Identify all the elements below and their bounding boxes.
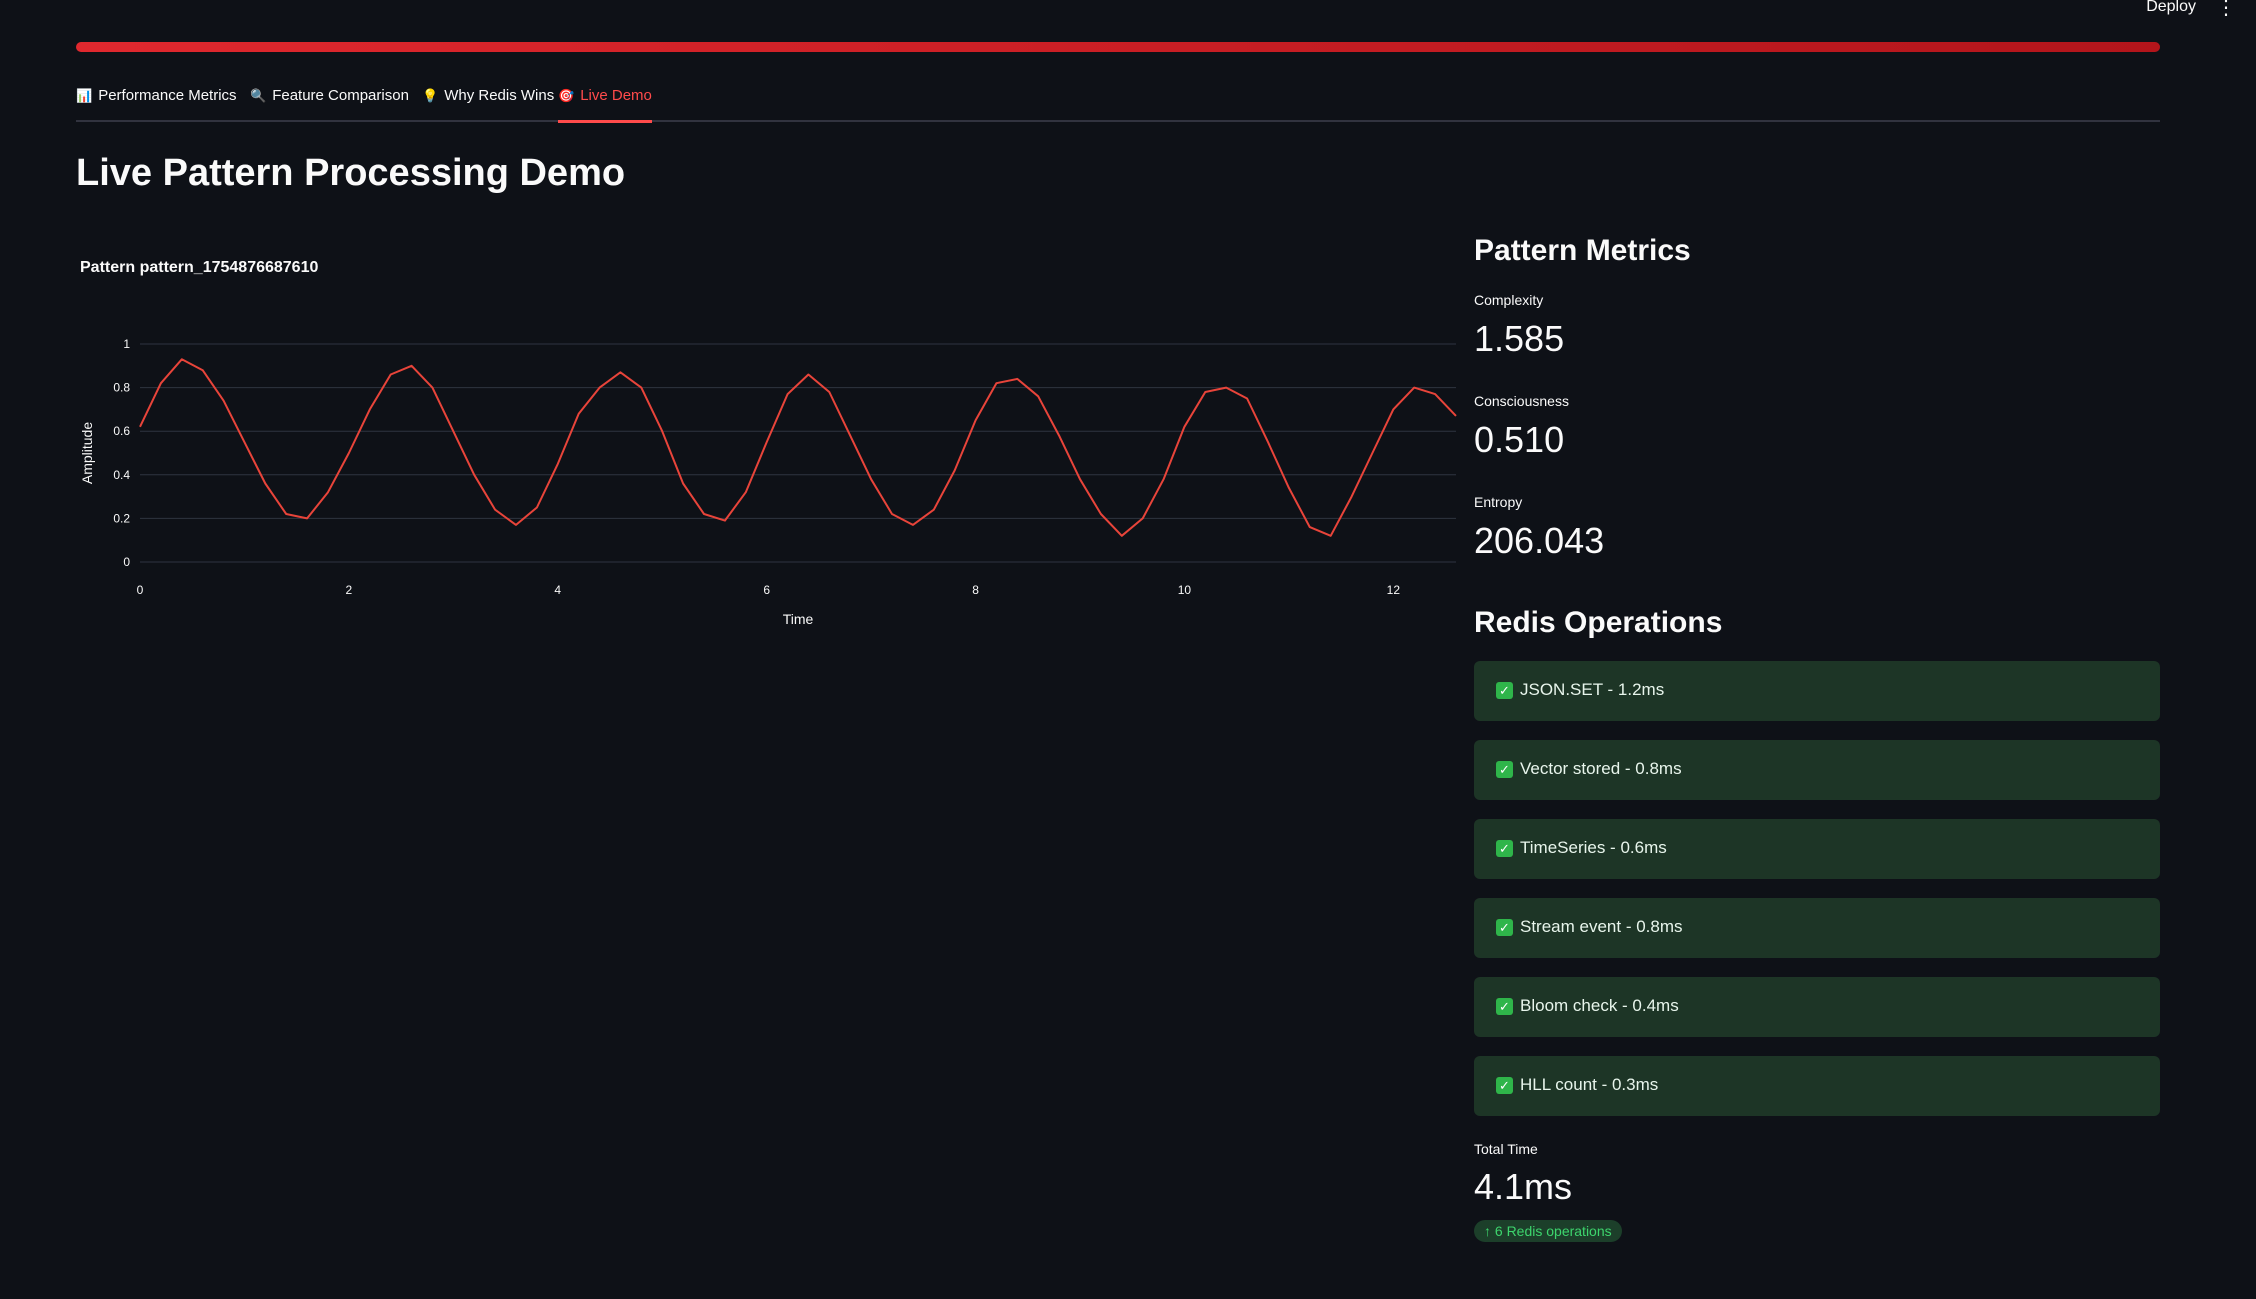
checkmark-icon: ✓ <box>1496 998 1513 1015</box>
redis-op-text: HLL count - 0.3ms <box>1520 1075 1659 1094</box>
y-tick-label: 0.8 <box>113 381 130 395</box>
consciousness-label: Consciousness <box>1474 393 1569 409</box>
bar-chart-icon: 📊 <box>76 88 93 103</box>
total-time-value: 4.1ms <box>1474 1166 1573 1207</box>
tab-live-demo[interactable]: 🎯 Live Demo <box>558 80 652 123</box>
deploy-button[interactable]: Deploy <box>2146 0 2196 16</box>
tab-feature-comparison[interactable]: 🔍 Feature Comparison <box>250 80 409 120</box>
redis-op-card: ✓ Stream event - 0.8ms <box>1474 898 2160 958</box>
x-tick-label: 10 <box>1178 583 1192 597</box>
redis-op-card: ✓ Vector stored - 0.8ms <box>1474 740 2160 800</box>
x-tick-label: 6 <box>763 583 770 597</box>
checkmark-icon: ✓ <box>1496 682 1513 699</box>
redis-op-card: ✓ HLL count - 0.3ms <box>1474 1056 2160 1116</box>
y-tick-label: 1 <box>123 337 130 351</box>
redis-op-card: ✓ JSON.SET - 1.2ms <box>1474 661 2160 721</box>
checkmark-icon: ✓ <box>1496 1077 1513 1094</box>
magnifier-icon: 🔍 <box>250 88 267 103</box>
tab-label: Why Redis Wins <box>444 87 555 104</box>
x-tick-label: 4 <box>554 583 561 597</box>
x-tick-label: 0 <box>137 583 144 597</box>
x-tick-label: 12 <box>1387 583 1401 597</box>
redis-op-text: TimeSeries - 0.6ms <box>1520 838 1667 857</box>
checkmark-icon: ✓ <box>1496 840 1513 857</box>
tab-label: Live Demo <box>580 87 652 104</box>
redis-op-card: ✓ TimeSeries - 0.6ms <box>1474 819 2160 879</box>
y-tick-label: 0.6 <box>113 424 130 438</box>
checkmark-icon: ✓ <box>1496 919 1513 936</box>
y-tick-label: 0.2 <box>113 511 130 525</box>
redis-op-text: Bloom check - 0.4ms <box>1520 996 1679 1015</box>
complexity-value: 1.585 <box>1474 318 1565 359</box>
pattern-metrics-title: Pattern Metrics <box>1474 234 1691 267</box>
y-tick-label: 0 <box>123 555 130 569</box>
redis-op-text: JSON.SET - 1.2ms <box>1520 680 1665 699</box>
pattern-line-chart[interactable]: 00.20.40.60.810 2 4 6 8 10 12TimeAmplitude <box>76 320 1476 640</box>
redis-op-card: ✓ Bloom check - 0.4ms <box>1474 977 2160 1037</box>
redis-operations-title: Redis Operations <box>1474 606 1723 639</box>
redis-op-text: Stream event - 0.8ms <box>1520 917 1683 936</box>
consciousness-value: 0.510 <box>1474 419 1565 460</box>
entropy-label: Entropy <box>1474 494 1523 510</box>
kebab-menu-icon[interactable]: ⋮ <box>2216 0 2236 18</box>
tab-bar: 📊 Performance Metrics 🔍 Feature Comparison… <box>76 80 2160 123</box>
y-tick-label: 0.4 <box>113 468 130 482</box>
checkmark-icon: ✓ <box>1496 761 1513 778</box>
redis-op-text: Vector stored - 0.8ms <box>1520 759 1682 778</box>
x-axis-title: Time <box>783 611 814 627</box>
tab-label: Performance Metrics <box>98 87 237 104</box>
chart-title: Pattern pattern_1754876687610 <box>80 259 319 276</box>
page-title: Live Pattern Processing Demo <box>76 152 626 194</box>
series-line <box>139 358 1457 537</box>
x-tick-label: 8 <box>972 583 979 597</box>
lightbulb-icon: 💡 <box>422 88 439 103</box>
decorative-red-bar <box>76 42 2160 52</box>
complexity-label: Complexity <box>1474 292 1544 308</box>
target-icon: 🎯 <box>558 88 575 103</box>
total-time-label: Total Time <box>1474 1141 1538 1157</box>
tab-performance-metrics[interactable]: 📊 Performance Metrics <box>76 80 237 120</box>
delta-badge: ↑ 6 Redis operations <box>1474 1220 1622 1242</box>
x-tick-label: 2 <box>346 583 353 597</box>
y-axis-title: Amplitude <box>79 422 95 484</box>
entropy-value: 206.043 <box>1474 520 1605 561</box>
tab-label: Feature Comparison <box>272 87 409 104</box>
tab-why-redis-wins[interactable]: 💡 Why Redis Wins <box>422 80 554 120</box>
